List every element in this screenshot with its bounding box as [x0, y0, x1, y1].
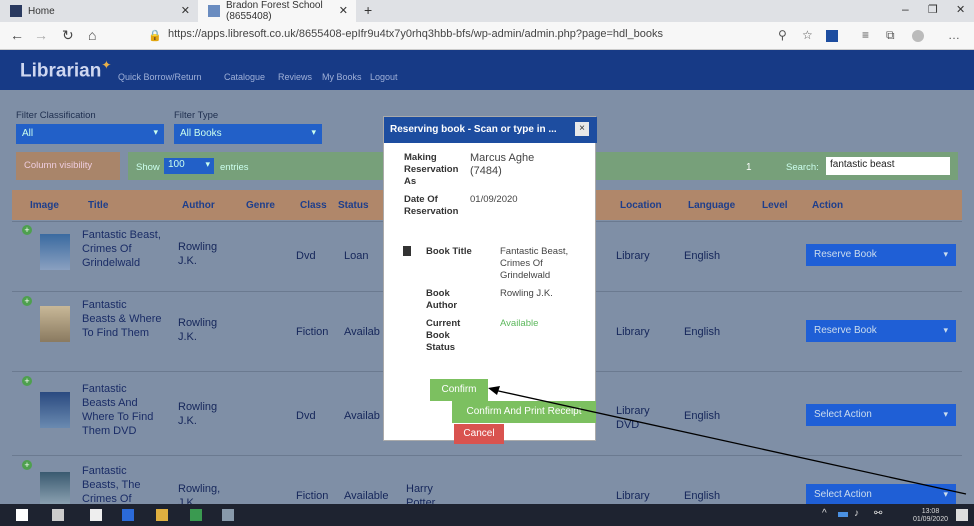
folder-icon[interactable]: [156, 509, 168, 521]
clock-time: 13:08: [921, 508, 940, 515]
annotation-arrow: [488, 386, 967, 495]
notification-icon[interactable]: [956, 509, 968, 521]
tray-up-icon[interactable]: ^: [822, 508, 827, 519]
app-icon[interactable]: [190, 509, 202, 521]
clock-date: 01/09/2020: [912, 516, 948, 523]
volume-icon[interactable]: ♪: [854, 508, 859, 519]
app-icon[interactable]: [222, 509, 234, 521]
clock[interactable]: 13:08 01/09/2020: [913, 508, 948, 524]
edge-icon[interactable]: [122, 509, 134, 521]
battery-icon[interactable]: [838, 512, 848, 517]
task-view-icon[interactable]: [52, 509, 64, 521]
network-icon[interactable]: ⚯: [874, 508, 882, 519]
file-icon[interactable]: [90, 509, 102, 521]
windows-start-icon[interactable]: [16, 509, 28, 521]
taskbar: ^ ♪ ⚯ 13:08 01/09/2020: [0, 504, 974, 526]
